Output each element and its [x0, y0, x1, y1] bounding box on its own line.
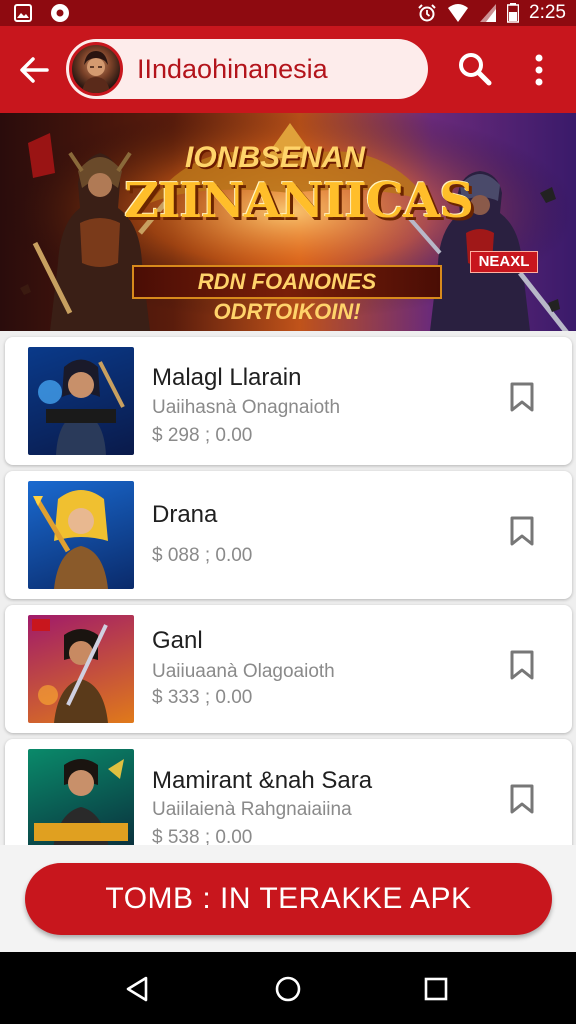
install-apk-button[interactable]: TOMB : IN TERAKKE APK	[25, 863, 552, 935]
promo-banner[interactable]: IONBSENAN ZIINANIICAS RDN FOANONES ODRTO…	[0, 113, 576, 331]
item-subtitle: Uaiihasnà Onagnaioth	[152, 397, 341, 418]
item-thumbnail	[28, 347, 134, 455]
item-price: $ 088 ; 0.00	[152, 545, 253, 566]
bookmark-icon[interactable]	[507, 515, 537, 547]
search-icon[interactable]	[456, 50, 494, 88]
banner-title: ZIINANIICAS	[124, 173, 474, 229]
list-item[interactable]: Mamirant &nah Sara Uaiilaienà Rahgnaiaii…	[5, 739, 572, 845]
item-title: Mamirant &nah Sara	[152, 767, 373, 794]
list-item[interactable]: Malagl Llarain Uaiihasnà Onagnaioth $ 29…	[5, 337, 572, 465]
avatar	[69, 42, 123, 96]
nav-recents-icon[interactable]	[421, 974, 451, 1004]
bookmark-icon[interactable]	[507, 381, 537, 413]
title-pill[interactable]: IIndaohinanesia	[66, 39, 428, 99]
app-title: IIndaohinanesia	[137, 53, 328, 84]
bookmark-icon[interactable]	[507, 783, 537, 815]
bookmark-icon[interactable]	[507, 649, 537, 681]
list-item[interactable]: Ganl Uaiiuaanà Olagoaioth $ 333 ; 0.00	[5, 605, 572, 733]
status-bar: 2:25	[0, 0, 576, 26]
install-bar: TOMB : IN TERAKKE APK	[0, 845, 576, 952]
item-subtitle: Uaiilaienà Rahgnaiaiina	[152, 799, 352, 820]
more-vert-icon[interactable]	[524, 50, 554, 90]
status-time: 2:25	[529, 2, 566, 23]
app-bar: IIndaohinanesia	[0, 26, 576, 113]
item-subtitle: Uaiiuaanà Olagoaioth	[152, 661, 335, 682]
item-price: $ 298 ; 0.00	[152, 425, 253, 446]
item-thumbnail	[28, 481, 134, 589]
app-list[interactable]: Malagl Llarain Uaiihasnà Onagnaioth $ 29…	[0, 331, 576, 845]
item-thumbnail	[28, 615, 134, 723]
alarm-icon	[418, 4, 436, 22]
banner-tagline: RDN FOANONES ODRTOIKOIN!	[132, 265, 442, 324]
system-nav-bar	[0, 952, 576, 1024]
item-title: Malagl Llarain	[152, 364, 302, 391]
battery-icon	[507, 3, 520, 23]
banner-top-text: IONBSENAN	[184, 141, 365, 174]
item-price: $ 538 ; 0.00	[152, 827, 253, 845]
item-title: Ganl	[152, 627, 203, 654]
item-title: Drana	[152, 501, 218, 528]
list-item[interactable]: Drana $ 088 ; 0.00	[5, 471, 572, 599]
record-notification-icon	[51, 4, 69, 22]
item-price: $ 333 ; 0.00	[152, 687, 253, 708]
nav-home-icon[interactable]	[273, 974, 303, 1004]
back-arrow-icon[interactable]	[14, 50, 54, 90]
banner-badge: NEAXL	[470, 251, 538, 273]
wifi-icon	[448, 4, 469, 22]
item-thumbnail	[28, 749, 134, 845]
signal-icon	[480, 4, 497, 22]
nav-back-icon[interactable]	[122, 974, 152, 1004]
gallery-notification-icon	[14, 4, 32, 22]
